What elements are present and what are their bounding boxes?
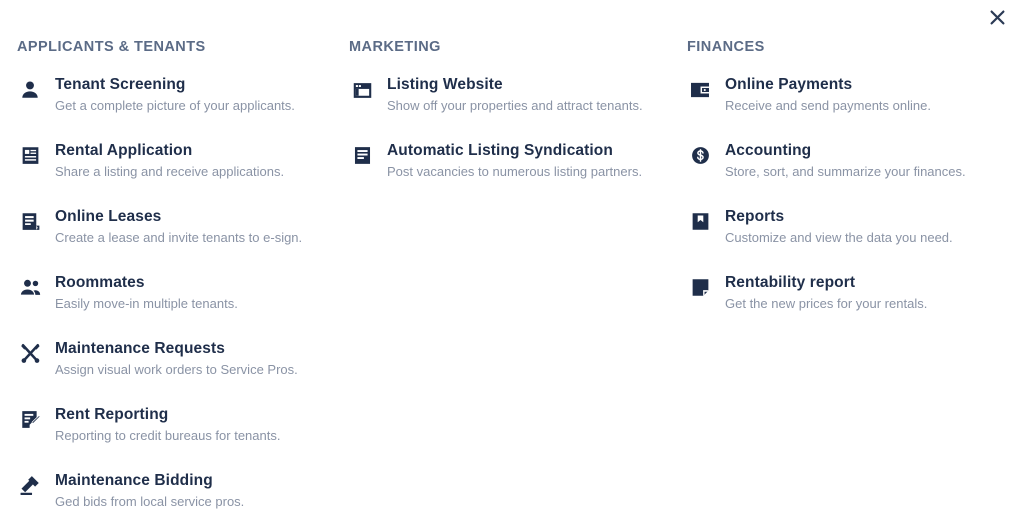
menu-item-description: Get the new prices for your rentals. [725, 296, 928, 312]
menu-item-online-leases[interactable]: Online Leases Create a lease and invite … [17, 207, 344, 247]
section-heading-applicants-tenants: APPLICANTS & TENANTS [17, 39, 206, 55]
menu-item-rentability-report[interactable]: Rentability report Get the new prices fo… [687, 273, 1024, 313]
menu-item-text: Listing Website Show off your properties… [387, 75, 643, 115]
gavel-icon [17, 473, 43, 499]
menu-item-description: Easily move-in multiple tenants. [55, 296, 238, 312]
menu-item-description: Customize and view the data you need. [725, 230, 953, 246]
menu-item-text: Maintenance Bidding Ged bids from local … [55, 471, 244, 511]
menu-item-title: Online Payments [725, 76, 853, 93]
document-pencil-icon [17, 407, 43, 433]
menu-item-title: Accounting [725, 141, 812, 159]
bookmark-book-icon [687, 209, 713, 235]
menu-item-roommates[interactable]: Roommates Easily move-in multiple tenant… [17, 273, 344, 313]
menu-item-rent-reporting[interactable]: Rent Reporting Reporting to credit burea… [17, 405, 344, 445]
page-fold-icon [687, 275, 713, 301]
menu-item-title: Rent Reporting [55, 405, 169, 423]
column-applicants-tenants: APPLICANTS & TENANTS Tenant Screening Ge… [0, 0, 344, 522]
menu-item-title: Rentability report [725, 273, 856, 291]
menu-item-text: Online Payments Receive and send payment… [725, 75, 931, 115]
menu-item-maintenance-bidding[interactable]: Maintenance Bidding Ged bids from local … [17, 471, 344, 511]
menu-item-text: Maintenance Requests Assign visual work … [55, 339, 298, 379]
menu-item-text: Roommates Easily move-in multiple tenant… [55, 273, 238, 313]
menu-item-rental-application[interactable]: Rental Application Share a listing and r… [17, 141, 344, 181]
menu-item-title: Roommates [55, 273, 145, 291]
column-finances: FINANCES Online Payments Receive and sen… [684, 0, 1024, 339]
document-lines-icon [17, 143, 43, 169]
menu-item-title: Automatic Listing Syndication [387, 141, 613, 159]
menu-list-finances: Online Payments Receive and send payment… [687, 75, 1024, 313]
menu-item-text: Rental Application Share a listing and r… [55, 141, 284, 181]
document-signed-icon [17, 209, 43, 235]
section-heading-finances: FINANCES [687, 39, 765, 55]
menu-item-description: Reporting to credit bureaus for tenants. [55, 427, 281, 443]
menu-item-description: Post vacancies to numerous listing partn… [387, 164, 643, 180]
menu-item-text: Accounting Store, sort, and summarize yo… [725, 141, 966, 181]
user-icon [17, 77, 43, 103]
menu-item-maintenance-requests[interactable]: Maintenance Requests Assign visual work … [17, 339, 344, 379]
menu-list-applicants-tenants: Tenant Screening Get a complete picture … [17, 75, 344, 510]
menu-item-text: Rent Reporting Reporting to credit burea… [55, 405, 280, 445]
menu-item-description: Share a listing and receive applications… [55, 164, 285, 180]
menu-item-text: Reports Customize and view the data you … [725, 207, 953, 247]
menu-item-text: Automatic Listing Syndication Post vacan… [387, 141, 642, 181]
menu-item-title: Online Leases [55, 207, 162, 225]
menu-item-description: Store, sort, and summarize your finances… [725, 164, 966, 180]
menu-item-listing-website[interactable]: Listing Website Show off your properties… [349, 75, 684, 115]
wallet-icon [687, 77, 713, 103]
menu-columns: APPLICANTS & TENANTS Tenant Screening Ge… [0, 0, 1024, 522]
menu-item-reports[interactable]: Reports Customize and view the data you … [687, 207, 1024, 247]
menu-item-description: Show off your properties and attract ten… [387, 98, 643, 114]
tools-cross-icon [17, 341, 43, 367]
menu-item-description: Create a lease and invite tenants to e-s… [55, 230, 303, 246]
menu-item-accounting[interactable]: Accounting Store, sort, and summarize yo… [687, 141, 1024, 181]
menu-item-description: Assign visual work orders to Service Pro… [55, 362, 298, 378]
section-heading-marketing: MARKETING [349, 39, 441, 55]
column-marketing: MARKETING Listing Website Show off your … [344, 0, 684, 207]
menu-item-title: Maintenance Bidding [55, 471, 213, 489]
menu-item-description: Get a complete picture of your applicant… [55, 98, 295, 114]
menu-item-automatic-listing-syndication[interactable]: Automatic Listing Syndication Post vacan… [349, 141, 684, 181]
menu-item-title: Maintenance Requests [55, 339, 225, 357]
menu-item-text: Tenant Screening Get a complete picture … [55, 75, 295, 115]
menu-item-tenant-screening[interactable]: Tenant Screening Get a complete picture … [17, 75, 344, 115]
menu-list-marketing: Listing Website Show off your properties… [349, 75, 684, 181]
menu-item-title: Listing Website [387, 76, 503, 93]
browser-window-icon [349, 77, 375, 103]
menu-item-title: Rental Application [55, 141, 193, 159]
dollar-circle-icon [687, 143, 713, 169]
menu-item-description: Receive and send payments online. [725, 98, 931, 114]
menu-item-title: Reports [725, 207, 785, 225]
menu-item-description: Ged bids from local service pros. [55, 493, 245, 509]
users-group-icon [17, 275, 43, 301]
menu-item-title: Tenant Screening [55, 76, 186, 93]
menu-item-text: Rentability report Get the new prices fo… [725, 273, 927, 313]
document-list-icon [349, 143, 375, 169]
menu-item-text: Online Leases Create a lease and invite … [55, 207, 302, 247]
menu-item-online-payments[interactable]: Online Payments Receive and send payment… [687, 75, 1024, 115]
mega-menu-panel: APPLICANTS & TENANTS Tenant Screening Ge… [0, 0, 1024, 522]
